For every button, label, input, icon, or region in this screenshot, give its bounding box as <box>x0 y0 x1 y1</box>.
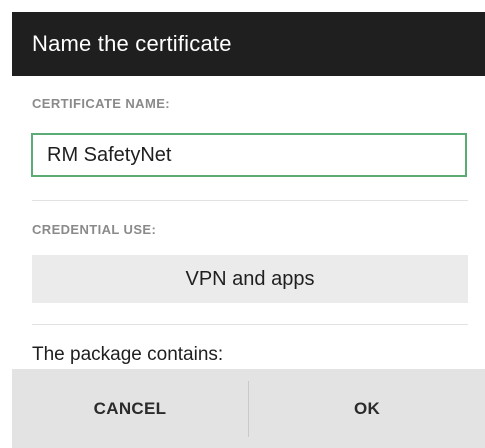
name-certificate-dialog: Name the certificate CERTIFICATE NAME: R… <box>12 12 485 448</box>
credential-use-label: CREDENTIAL USE: <box>32 222 157 237</box>
cancel-button-label: CANCEL <box>93 398 167 418</box>
section-divider <box>32 200 468 201</box>
section-divider <box>32 324 468 325</box>
certificate-name-value: RM SafetyNet <box>47 143 172 166</box>
dialog-button-bar: CANCEL OK <box>12 369 485 448</box>
certificate-name-input[interactable]: RM SafetyNet <box>31 133 467 177</box>
package-contents-label: The package contains: <box>32 344 224 365</box>
dialog-title: Name the certificate <box>32 31 232 56</box>
dialog-title-bar: Name the certificate <box>12 12 485 76</box>
credential-use-value: VPN and apps <box>185 267 315 290</box>
ok-button-label: OK <box>353 398 381 418</box>
credential-use-select[interactable]: VPN and apps <box>32 255 468 303</box>
certificate-name-label: CERTIFICATE NAME: <box>32 96 170 111</box>
cancel-button[interactable]: CANCEL <box>12 369 248 448</box>
ok-button[interactable]: OK <box>249 369 485 448</box>
